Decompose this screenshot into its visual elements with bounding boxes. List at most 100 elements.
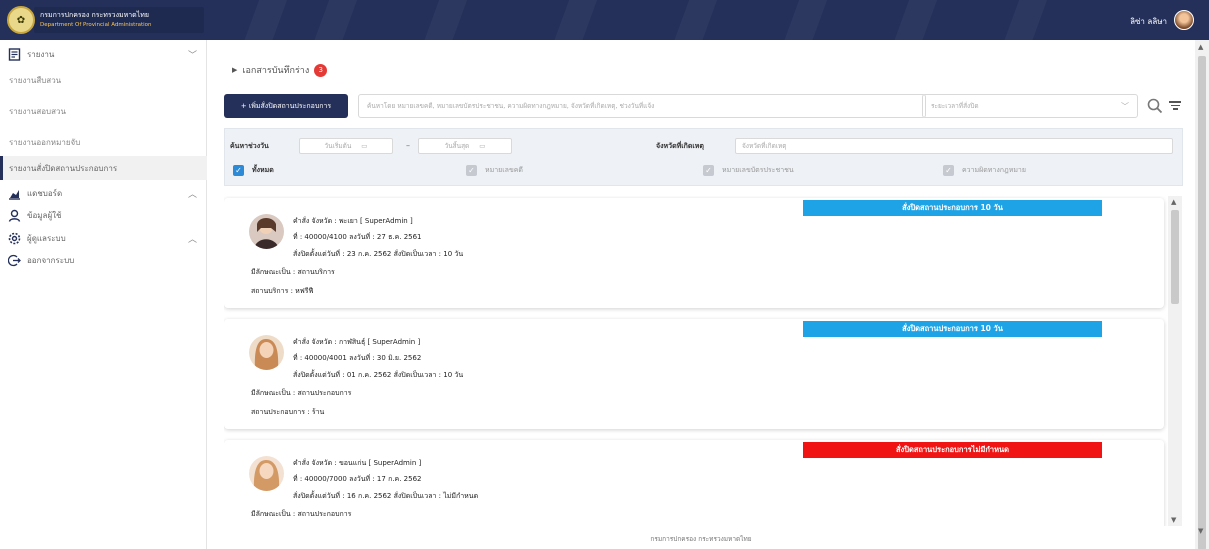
province-input[interactable]: จังหวัดที่เกิดเหตุ bbox=[735, 138, 1173, 154]
card-avatar bbox=[249, 214, 284, 249]
scrollbar-thumb[interactable] bbox=[1198, 56, 1206, 549]
sidebar-item-arrest-warrant[interactable]: รายงานออกหมายจับ bbox=[0, 130, 207, 154]
chevron-up-icon: ︿ bbox=[187, 234, 197, 245]
sidebar: รายงาน ﹀ รายงานสืบสวน รายงานสอบสวน รายงา… bbox=[0, 40, 207, 549]
draft-documents-label: เอกสารบันทึกร่าง bbox=[242, 66, 310, 76]
closure-period-placeholder: ระยะเวลาที่สั่งปิด bbox=[931, 102, 979, 110]
sidebar-item-business-closure[interactable]: รายงานสั่งปิดสถานประกอบการ bbox=[0, 156, 207, 180]
page-footer: กรมการปกครอง กระทรวงมหาดไทย bbox=[650, 535, 752, 543]
sidebar-item-label: รายงานออกหมายจับ bbox=[9, 137, 81, 147]
scrollbar-thumb[interactable] bbox=[1171, 210, 1179, 304]
end-date-input[interactable]: วันสิ้นสุด ▭ bbox=[418, 138, 512, 154]
closure-period-select[interactable]: ระยะเวลาที่สั่งปิด ﹀ bbox=[922, 94, 1138, 118]
scroll-down-icon[interactable]: ▼ bbox=[1198, 527, 1203, 535]
sidebar-section-label: ผู้ดูแลระบบ bbox=[27, 233, 66, 243]
closure-card[interactable]: สั่งปิดสถานประกอบการ 10 วัน คำสั่ง จังหว… bbox=[224, 198, 1164, 308]
start-date-placeholder: วันเริ่มต้น bbox=[324, 142, 352, 150]
add-closure-button[interactable]: + เพิ่มสั่งปิดสถานประกอบการ bbox=[224, 94, 348, 118]
checkbox-all[interactable]: ✓ ทั้งหมด bbox=[233, 165, 274, 176]
logout-icon bbox=[7, 253, 21, 267]
filter-icon[interactable] bbox=[1168, 99, 1182, 113]
order-number: ที่ : 40000/7000 ลงวันที่ : 17 ก.ค. 2562 bbox=[293, 475, 422, 483]
closure-period-info: สั่งปิดตั้งแต่วันที่ : 16 ก.ค. 2562 สั่ง… bbox=[293, 492, 479, 500]
checkbox-label: หมายเลขบัตรประชาชน bbox=[722, 166, 794, 174]
checkbox-label: ความผิดทางกฎหมาย bbox=[962, 166, 1026, 174]
closure-card[interactable]: สั่งปิดสถานประกอบการ 10 วัน คำสั่ง จังหว… bbox=[224, 319, 1164, 429]
card-avatar bbox=[249, 335, 284, 370]
sidebar-section-label: ข้อมูลผู้ใช้ bbox=[27, 210, 62, 220]
closure-period-info: สั่งปิดตั้งแต่วันที่ : 23 ก.ค. 2562 สั่ง… bbox=[293, 250, 464, 258]
business-type: มีลักษณะเป็น : สถานประกอบการ bbox=[251, 389, 352, 397]
sidebar-section-label: แดชบอร์ด bbox=[27, 188, 63, 198]
checkbox-legal-offense[interactable]: ✓ ความผิดทางกฎหมาย bbox=[943, 165, 1026, 176]
user-icon bbox=[7, 208, 21, 222]
date-range-separator: – bbox=[406, 141, 410, 150]
checkbox-check-icon: ✓ bbox=[233, 165, 244, 176]
start-date-input[interactable]: วันเริ่มต้น ▭ bbox=[299, 138, 393, 154]
org-name-th: กรมการปกครอง กระทรวงมหาดไทย bbox=[40, 11, 149, 19]
business-type: มีลักษณะเป็น : สถานประกอบการ bbox=[251, 510, 352, 518]
order-number: ที่ : 40000/4100 ลงวันที่ : 27 ธ.ค. 2561 bbox=[293, 233, 422, 241]
toolbar: + เพิ่มสั่งปิดสถานประกอบการ ค้นหาโดย หมา… bbox=[224, 94, 1184, 120]
checkbox-id-number[interactable]: ✓ หมายเลขบัตรประชาชน bbox=[703, 165, 794, 176]
scroll-up-icon[interactable]: ▲ bbox=[1171, 198, 1176, 206]
calendar-icon: ▭ bbox=[479, 142, 486, 150]
sidebar-item-inquiry[interactable]: รายงานสอบสวน bbox=[0, 99, 207, 123]
department-logo[interactable]: ✿ bbox=[7, 6, 35, 34]
checkbox-check-icon: ✓ bbox=[466, 165, 477, 176]
top-navbar: ✿ กรมการปกครอง กระทรวงมหาดไทย Department… bbox=[0, 0, 1209, 40]
scroll-down-icon[interactable]: ▼ bbox=[1171, 516, 1176, 524]
order-province: คำสั่ง จังหวัด : พะเยา [ SuperAdmin ] bbox=[293, 217, 413, 225]
checkbox-check-icon: ✓ bbox=[943, 165, 954, 176]
closure-status-ribbon: สั่งปิดสถานประกอบการ 10 วัน bbox=[803, 321, 1102, 337]
order-province: คำสั่ง จังหวัด : กาฬสินธุ์ [ SuperAdmin … bbox=[293, 338, 421, 346]
checkbox-case-number[interactable]: ✓ หมายเลขคดี bbox=[466, 165, 523, 176]
chart-icon bbox=[7, 186, 21, 200]
org-name-en: Department Of Provincial Administration bbox=[40, 22, 152, 28]
card-list-scrollbar[interactable]: ▲ ▼ bbox=[1168, 196, 1182, 526]
province-label: จังหวัดที่เกิดเหตุ bbox=[656, 142, 704, 150]
chevron-up-icon: ︿ bbox=[187, 189, 197, 200]
user-name[interactable]: ลิซ่า ลลิษา bbox=[1130, 15, 1167, 28]
page-scrollbar[interactable]: ▲ ▼ bbox=[1195, 40, 1209, 549]
closure-period-info: สั่งปิดตั้งแต่วันที่ : 01 ก.ค. 2562 สั่ง… bbox=[293, 371, 464, 379]
order-province: คำสั่ง จังหวัด : ขอนแก่น [ SuperAdmin ] bbox=[293, 459, 422, 467]
search-input[interactable]: ค้นหาโดย หมายเลขคดี, หมายเลขบัตรประชาชน,… bbox=[358, 94, 926, 118]
closure-card-list: สั่งปิดสถานประกอบการ 10 วัน คำสั่ง จังหว… bbox=[224, 196, 1168, 526]
closure-status-ribbon: สั่งปิดสถานประกอบการ 10 วัน bbox=[803, 200, 1102, 216]
sidebar-section-report[interactable]: รายงาน ﹀ bbox=[0, 43, 207, 65]
closure-status-ribbon: สั่งปิดสถานประกอบการไม่มีกำหนด bbox=[803, 442, 1102, 458]
chevron-down-icon: ﹀ bbox=[1121, 101, 1129, 111]
sidebar-item-investigation[interactable]: รายงานสืบสวน bbox=[0, 68, 207, 92]
sidebar-section-admin[interactable]: ผู้ดูแลระบบ ︿ bbox=[0, 227, 207, 249]
advanced-filter-panel: ค้นหาช่วงวัน วันเริ่มต้น ▭ – วันสิ้นสุด … bbox=[224, 128, 1183, 186]
report-icon bbox=[7, 47, 21, 61]
business-type: มีลักษณะเป็น : สถานบริการ bbox=[251, 268, 335, 276]
sidebar-section-logout[interactable]: ออกจากระบบ bbox=[0, 249, 207, 271]
draft-count-badge: 3 bbox=[314, 63, 328, 77]
sidebar-item-label: รายงานสั่งปิดสถานประกอบการ bbox=[9, 163, 118, 173]
venue-name: สถานประกอบการ : ร้าน bbox=[251, 408, 325, 416]
draft-documents-toggle[interactable]: ▶ เอกสารบันทึกร่าง 3 bbox=[232, 63, 328, 77]
scroll-up-icon[interactable]: ▲ bbox=[1198, 43, 1203, 51]
sidebar-section-label: รายงาน bbox=[27, 49, 55, 59]
card-avatar bbox=[249, 456, 284, 491]
sidebar-section-dashboard[interactable]: แดชบอร์ด ︿ bbox=[0, 182, 207, 204]
checkbox-label: ทั้งหมด bbox=[252, 166, 274, 174]
search-icon[interactable] bbox=[1146, 97, 1164, 115]
order-number: ที่ : 40000/4001 ลงวันที่ : 30 มิ.ย. 256… bbox=[293, 354, 422, 362]
checkbox-check-icon: ✓ bbox=[703, 165, 714, 176]
date-range-label: ค้นหาช่วงวัน bbox=[230, 142, 269, 150]
chevron-down-icon: ﹀ bbox=[187, 50, 197, 61]
gear-icon bbox=[7, 231, 21, 245]
end-date-placeholder: วันสิ้นสุด bbox=[444, 142, 470, 150]
calendar-icon: ▭ bbox=[361, 142, 368, 150]
sidebar-section-user-info[interactable]: ข้อมูลผู้ใช้ bbox=[0, 204, 207, 226]
user-avatar[interactable] bbox=[1174, 10, 1194, 30]
sidebar-item-label: รายงานสอบสวน bbox=[9, 106, 66, 116]
sidebar-section-label: ออกจากระบบ bbox=[27, 255, 75, 265]
sidebar-item-label: รายงานสืบสวน bbox=[9, 75, 62, 85]
closure-card[interactable]: สั่งปิดสถานประกอบการไม่มีกำหนด คำสั่ง จั… bbox=[224, 440, 1164, 526]
checkbox-label: หมายเลขคดี bbox=[485, 166, 523, 174]
venue-name: สถานบริการ : หฟรีฟี bbox=[251, 287, 314, 295]
